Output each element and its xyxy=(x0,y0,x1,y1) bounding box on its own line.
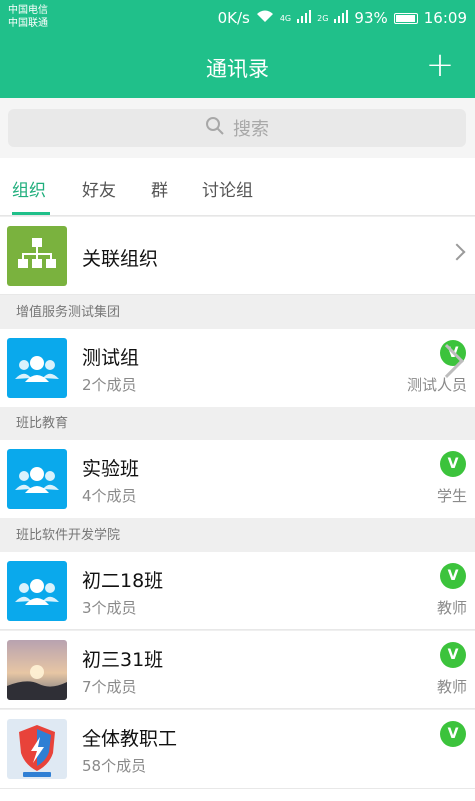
member-count: 3个成员 xyxy=(82,599,137,617)
verified-badge: V xyxy=(440,642,466,668)
group-row[interactable]: 全体教职工 58个成员 V xyxy=(0,710,475,788)
member-count: 4个成员 xyxy=(82,487,137,505)
group-name: 初二18班 xyxy=(82,570,164,592)
wifi-icon xyxy=(256,9,274,27)
page-title: 通讯录 xyxy=(206,57,269,81)
search-input[interactable]: 搜索 xyxy=(8,109,466,147)
verified-badge: V xyxy=(440,721,466,747)
group-name: 测试组 xyxy=(82,347,140,369)
clock: 16:09 xyxy=(423,9,467,27)
group-role: 学生 xyxy=(436,487,467,505)
shield-app-avatar xyxy=(7,719,67,779)
battery-icon xyxy=(393,12,418,24)
section-header: 班比教育 xyxy=(0,407,475,440)
signal-icon xyxy=(297,9,312,27)
tab-organization[interactable]: 组织 xyxy=(12,176,46,201)
carrier-info: 中国电信 中国联通 xyxy=(8,4,48,30)
plus-icon: + xyxy=(425,45,455,85)
signal-icon-2 xyxy=(334,9,349,27)
class-photo-avatar xyxy=(7,640,67,700)
network-speed: 0K/s xyxy=(217,9,250,27)
group-name: 全体教职工 xyxy=(82,728,178,750)
group-people-icon xyxy=(7,561,67,621)
section-header: 班比软件开发学院 xyxy=(0,519,475,552)
tab-groups[interactable]: 群 xyxy=(151,176,168,201)
app-bar: 通讯录 + xyxy=(0,37,475,98)
tab-friends[interactable]: 好友 xyxy=(82,176,116,201)
linked-org-row[interactable]: 关联组织 xyxy=(0,217,475,295)
verified-badge: V xyxy=(440,451,466,477)
chevron-right-icon xyxy=(448,243,466,261)
search-icon xyxy=(205,116,225,141)
member-count: 2个成员 xyxy=(82,376,137,394)
next-row-peek xyxy=(0,788,475,801)
org-chart-icon xyxy=(7,226,67,286)
group-name: 初三31班 xyxy=(82,649,164,671)
carrier-1: 中国电信 xyxy=(8,5,48,16)
network-type-2: 2G xyxy=(317,13,329,23)
status-right: 0K/s 4G 2G 93% 16:09 xyxy=(218,9,467,27)
linked-org-label: 关联组织 xyxy=(82,248,159,270)
group-row[interactable]: 实验班 4个成员 V 学生 xyxy=(0,440,475,518)
add-button[interactable]: + xyxy=(423,48,457,83)
network-type-1: 4G xyxy=(279,13,292,23)
tab-bar: 组织 好友 群 讨论组 xyxy=(0,158,475,216)
group-row[interactable]: 初二18班 3个成员 V 教师 xyxy=(0,552,475,630)
search-placeholder: 搜索 xyxy=(233,119,269,140)
verified-badge: V xyxy=(440,563,466,589)
status-bar: 中国电信 中国联通 0K/s 4G 2G 93% 16:09 xyxy=(0,0,475,37)
group-role: 教师 xyxy=(436,599,467,617)
group-name: 实验班 xyxy=(82,458,140,480)
group-row[interactable]: 测试组 2个成员 V 测试人员 xyxy=(0,329,475,407)
group-role: 教师 xyxy=(436,678,467,696)
section-header: 增值服务测试集团 xyxy=(0,296,475,329)
tab-indicator xyxy=(12,212,50,215)
member-count: 58个成员 xyxy=(82,757,147,775)
group-role: 测试人员 xyxy=(406,376,467,394)
group-people-icon xyxy=(7,338,67,398)
carrier-2: 中国联通 xyxy=(8,18,48,29)
tab-discussion[interactable]: 讨论组 xyxy=(202,176,253,201)
group-people-icon xyxy=(7,449,67,509)
search-container: 搜索 xyxy=(0,98,475,158)
battery-percent: 93% xyxy=(354,9,388,27)
member-count: 7个成员 xyxy=(82,678,137,696)
group-row[interactable]: 初三31班 7个成员 V 教师 xyxy=(0,631,475,709)
